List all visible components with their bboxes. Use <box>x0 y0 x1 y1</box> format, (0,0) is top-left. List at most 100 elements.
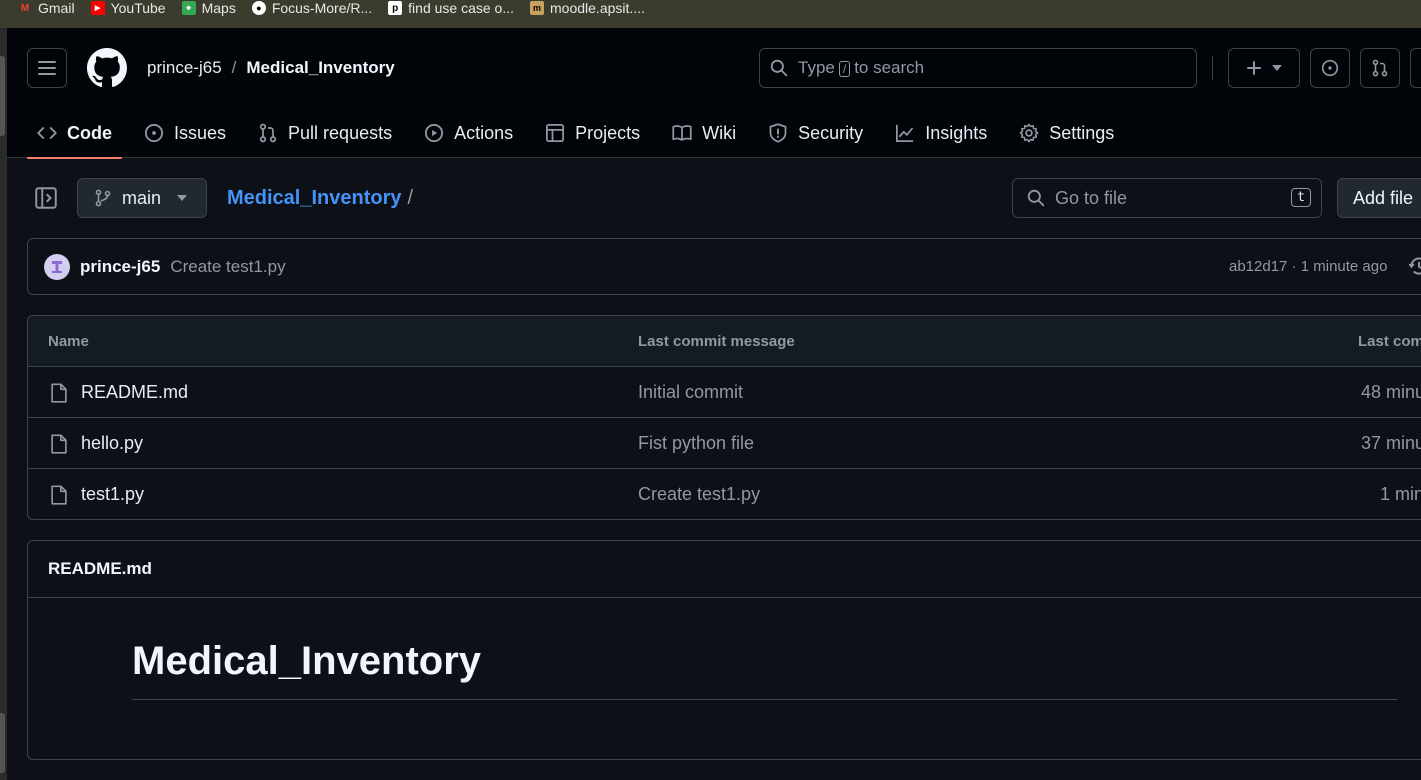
github-icon: ● <box>251 1 266 15</box>
github-logo-icon[interactable] <box>87 48 127 88</box>
bookmark-label: Focus-More/R... <box>271 0 373 16</box>
gear-icon <box>1019 123 1039 143</box>
file-commit-message[interactable]: Create test1.py <box>638 484 760 505</box>
column-header-message: Last commit message <box>638 333 795 350</box>
go-to-file-placeholder: Go to file <box>1055 187 1128 208</box>
branch-selector[interactable]: main <box>77 178 207 218</box>
tab-code[interactable]: Code <box>27 108 122 159</box>
moodle-icon: m <box>530 1 545 15</box>
avatar-glyph-icon <box>52 260 62 273</box>
tab-label: Wiki <box>702 122 737 143</box>
menu-button[interactable] <box>27 48 67 88</box>
tab-pull-requests[interactable]: Pull requests <box>248 108 402 158</box>
table-row[interactable]: test1.py Create test1.py 1 min <box>28 469 1421 519</box>
search-shortcut-key: / <box>838 61 851 77</box>
window-edge-tab <box>0 713 5 773</box>
hamburger-icon <box>38 61 56 75</box>
issue-icon <box>1321 59 1339 77</box>
bookmark-focus-more[interactable]: ● Focus-More/R... <box>251 0 373 16</box>
search-icon <box>1027 189 1045 207</box>
p-icon: p <box>388 1 403 15</box>
tab-projects[interactable]: Projects <box>535 108 650 158</box>
avatar[interactable] <box>44 253 70 280</box>
file-commit-date: 1 min <box>1380 484 1421 504</box>
file-icon <box>51 434 67 454</box>
owner-link[interactable]: prince-j65 <box>147 58 222 78</box>
bookmark-find-use-case[interactable]: p find use case o... <box>388 0 514 16</box>
tab-security[interactable]: Security <box>758 108 873 158</box>
global-header: prince-j65 / Medical_Inventory Type / to s… <box>7 28 1421 159</box>
search-input[interactable]: Type / to search <box>759 48 1197 88</box>
git-branch-icon <box>95 189 111 207</box>
file-name[interactable]: test1.py <box>81 484 144 505</box>
history-icon[interactable] <box>1408 255 1421 277</box>
bookmark-label: Maps <box>201 0 236 16</box>
create-new-button[interactable] <box>1228 48 1300 88</box>
header-divider <box>1212 56 1213 80</box>
bookmark-maps[interactable]: ⌖ Maps <box>181 0 236 16</box>
file-icon <box>51 485 67 505</box>
tab-wiki[interactable]: Wiki <box>662 108 746 158</box>
commit-author[interactable]: prince-j65 <box>80 257 160 277</box>
table-icon <box>546 124 565 142</box>
tab-label: Projects <box>575 122 641 143</box>
add-file-label: Add file <box>1353 187 1414 208</box>
go-to-file-shortcut: t <box>1291 188 1311 207</box>
youtube-icon: ▶ <box>90 1 105 15</box>
window-edge <box>0 28 7 780</box>
gmail-icon: M <box>20 2 30 14</box>
table-row[interactable]: hello.py Fist python file 37 minu <box>28 418 1421 469</box>
pull-request-icon <box>1372 59 1388 77</box>
search-icon <box>770 59 788 77</box>
file-commit-message[interactable]: Initial commit <box>638 382 743 403</box>
github-app: prince-j65 / Medical_Inventory Type / to s… <box>7 28 1421 780</box>
shield-icon <box>769 123 787 143</box>
bookmark-label: find use case o... <box>408 0 515 16</box>
tab-label: Actions <box>454 122 514 143</box>
table-row[interactable]: README.md Initial commit 48 minu <box>28 367 1421 418</box>
file-icon <box>51 383 67 403</box>
commit-meta[interactable]: ab12d17 · 1 minute ago <box>1229 258 1387 275</box>
sidebar-expand-icon[interactable] <box>34 186 58 210</box>
pull-requests-button[interactable] <box>1360 48 1400 88</box>
tab-label: Settings <box>1049 122 1115 143</box>
commit-message[interactable]: Create test1.py <box>170 257 285 277</box>
bookmark-moodle[interactable]: m moodle.apsit.... <box>530 0 645 16</box>
tab-settings[interactable]: Settings <box>1009 108 1124 158</box>
file-commit-message[interactable]: Fist python file <box>638 433 754 454</box>
issues-button[interactable] <box>1310 48 1350 88</box>
readme-panel: README.md Medical_Inventory <box>27 540 1421 760</box>
repo-link[interactable]: Medical_Inventory <box>246 58 394 78</box>
tab-issues[interactable]: Issues <box>134 108 236 158</box>
file-path-breadcrumb: Medical_Inventory / <box>227 187 413 210</box>
tab-actions[interactable]: Actions <box>414 108 523 158</box>
code-icon <box>37 127 57 139</box>
caret-down-icon <box>177 195 188 201</box>
inbox-button[interactable] <box>1410 48 1421 88</box>
repo-tabs: Code Issues Pull requests Actions Projec… <box>27 108 1136 159</box>
bookmark-youtube[interactable]: ▶ YouTube <box>90 0 166 16</box>
readme-divider <box>132 699 1397 700</box>
repo-root-link[interactable]: Medical_Inventory <box>227 187 402 210</box>
readme-header: README.md <box>28 541 1421 598</box>
caret-down-icon <box>1272 65 1282 71</box>
bookmark-gmail[interactable]: M Gmail <box>18 0 75 16</box>
tab-insights[interactable]: Insights <box>885 108 997 158</box>
graph-icon <box>896 124 914 142</box>
file-table-header: Name Last commit message Last com <box>28 316 1421 367</box>
window-edge-tab <box>0 56 5 136</box>
bookmarks-bar: M Gmail ▶ YouTube ⌖ Maps ● Focus-More/R.… <box>0 0 1421 28</box>
path-separator: / <box>407 187 414 209</box>
column-header-date: Last com <box>1358 333 1421 350</box>
go-to-file-input[interactable]: Go to file t <box>1012 178 1322 218</box>
add-file-button[interactable]: Add file <box>1337 178 1421 218</box>
readme-filename[interactable]: README.md <box>48 559 152 579</box>
breadcrumb-separator: / <box>231 58 237 77</box>
play-icon <box>425 123 444 143</box>
latest-commit-bar: prince-j65 Create test1.py ab12d17 · 1 m… <box>27 238 1421 295</box>
branch-name: main <box>122 187 162 208</box>
bookmark-label: moodle.apsit.... <box>550 0 645 16</box>
file-name[interactable]: README.md <box>81 382 188 403</box>
file-name[interactable]: hello.py <box>81 433 143 454</box>
book-icon <box>672 125 692 141</box>
